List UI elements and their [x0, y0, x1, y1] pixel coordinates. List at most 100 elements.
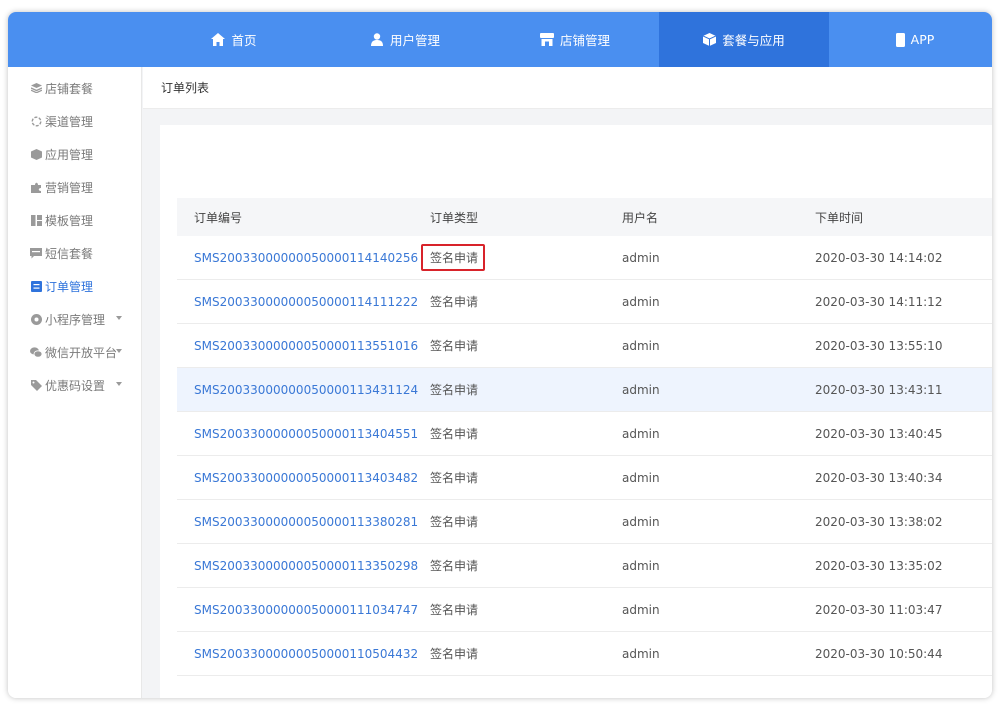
nav-home[interactable]: 首页 — [149, 12, 319, 67]
highlight-box — [421, 244, 485, 271]
sidebar-item-coupon[interactable]: 优惠码设置 — [8, 371, 142, 399]
order-id-link[interactable]: SMS20033000000050000114140256 — [194, 236, 418, 279]
sidebar-item-label: 短信套餐 — [45, 246, 94, 261]
puzzle-icon — [30, 181, 42, 193]
chevron-down-icon[interactable] — [116, 316, 122, 320]
top-navigation: 首页 用户管理 店铺管理 套餐与应用 APP — [8, 12, 992, 67]
sidebar-item-sms-package[interactable]: 短信套餐 — [8, 239, 142, 267]
header-username: 用户名 — [622, 210, 659, 225]
order-id-link[interactable]: SMS20033000000050000113551016 — [194, 324, 418, 367]
username: admin — [622, 426, 660, 441]
sidebar-item-marketing[interactable]: 营销管理 — [8, 173, 142, 201]
home-icon — [211, 33, 226, 46]
order-id-link[interactable]: SMS20033000000050000111034747 — [194, 588, 418, 631]
username: admin — [622, 470, 660, 485]
order-type: 签名申请 — [430, 559, 479, 573]
box-icon — [30, 148, 42, 160]
nav-user-management[interactable]: 用户管理 — [320, 12, 490, 67]
cube-icon — [703, 33, 717, 46]
nav-app-label: APP — [910, 32, 935, 47]
order-id-link[interactable]: SMS20033000000050000113403482 — [194, 456, 418, 499]
sidebar: 店铺套餐 渠道管理 应用管理 营销管理 模板管理 短信套餐 订单管理 小程序管理… — [8, 67, 142, 698]
sidebar-item-template[interactable]: 模板管理 — [8, 206, 142, 234]
table-row[interactable]: SMS20033000000050000113431124 签名申请 admin… — [177, 368, 992, 412]
sidebar-item-channel[interactable]: 渠道管理 — [8, 107, 142, 135]
order-type: 签名申请 — [430, 383, 479, 397]
username: admin — [622, 602, 660, 617]
tag-icon — [30, 379, 42, 391]
order-time: 2020-03-30 13:55:10 — [815, 338, 943, 353]
order-table: 订单编号 订单类型 用户名 下单时间 SMS200330000000500001… — [177, 198, 992, 676]
sidebar-item-label: 优惠码设置 — [45, 378, 106, 393]
order-type: 签名申请 — [430, 427, 479, 441]
username: admin — [622, 514, 660, 529]
chevron-down-icon[interactable] — [116, 382, 122, 386]
sidebar-item-label: 模板管理 — [45, 213, 94, 228]
nav-package-app-label: 套餐与应用 — [722, 33, 785, 48]
breadcrumb: 订单列表 — [143, 67, 992, 109]
channel-icon — [30, 115, 42, 127]
order-time: 2020-03-30 13:35:02 — [815, 558, 943, 573]
sidebar-item-label: 渠道管理 — [45, 114, 94, 129]
phone-icon — [895, 32, 905, 47]
table-row[interactable]: SMS20033000000050000113404551 签名申请 admin… — [177, 412, 992, 456]
sidebar-item-label: 小程序管理 — [45, 312, 106, 327]
page-title: 订单列表 — [161, 81, 210, 95]
content-card: 订单编号 订单类型 用户名 下单时间 SMS200330000000500001… — [160, 125, 992, 698]
table-row[interactable]: SMS20033000000050000110504432 签名申请 admin… — [177, 632, 992, 676]
app-window: 首页 用户管理 店铺管理 套餐与应用 APP 店铺套餐 渠道管理 应用管理 营销… — [8, 12, 992, 698]
nav-store-management[interactable]: 店铺管理 — [490, 12, 660, 67]
store-icon — [539, 33, 554, 46]
username: admin — [622, 382, 660, 397]
order-type: 签名申请 — [430, 295, 479, 309]
nav-user-management-label: 用户管理 — [389, 33, 440, 48]
order-time: 2020-03-30 13:43:11 — [815, 382, 943, 397]
sidebar-item-miniapp[interactable]: 小程序管理 — [8, 305, 142, 333]
table-row[interactable]: SMS20033000000050000111034747 签名申请 admin… — [177, 588, 992, 632]
order-type: 签名申请 — [430, 515, 479, 529]
order-id-link[interactable]: SMS20033000000050000113431124 — [194, 368, 418, 411]
header-order-type: 订单类型 — [430, 210, 479, 225]
miniapp-icon — [30, 313, 42, 325]
order-time: 2020-03-30 14:14:02 — [815, 250, 943, 265]
table-header: 订单编号 订单类型 用户名 下单时间 — [177, 198, 992, 236]
sidebar-item-label: 应用管理 — [45, 147, 94, 162]
order-time: 2020-03-30 14:11:12 — [815, 294, 943, 309]
nav-app[interactable]: APP — [830, 12, 992, 67]
order-id-link[interactable]: SMS20033000000050000113350298 — [194, 544, 418, 587]
sidebar-item-order-management[interactable]: 订单管理 — [8, 272, 142, 300]
order-time: 2020-03-30 10:50:44 — [815, 646, 943, 661]
table-row[interactable]: SMS20033000000050000113403482 签名申请 admin… — [177, 456, 992, 500]
sidebar-item-store-package[interactable]: 店铺套餐 — [8, 74, 142, 102]
nav-home-label: 首页 — [231, 33, 257, 48]
wechat-icon — [30, 346, 42, 358]
order-type: 签名申请 — [430, 471, 479, 485]
sidebar-item-wechat-platform[interactable]: 微信开放平台 — [8, 338, 142, 366]
order-id-link[interactable]: SMS20033000000050000113380281 — [194, 500, 418, 543]
users-icon — [370, 33, 384, 46]
table-row[interactable]: SMS20033000000050000113551016 签名申请 admin… — [177, 324, 992, 368]
sidebar-item-label: 营销管理 — [45, 180, 94, 195]
table-row[interactable]: SMS20033000000050000113350298 签名申请 admin… — [177, 544, 992, 588]
table-row[interactable]: SMS20033000000050000114140256 签名申请 admin… — [177, 236, 992, 280]
header-order-time: 下单时间 — [815, 210, 864, 225]
table-row[interactable]: SMS20033000000050000114111222 签名申请 admin… — [177, 280, 992, 324]
table-row[interactable]: SMS20033000000050000113380281 签名申请 admin… — [177, 500, 992, 544]
nav-store-management-label: 店铺管理 — [559, 33, 610, 48]
username: admin — [622, 294, 660, 309]
template-icon — [30, 214, 42, 226]
order-id-link[interactable]: SMS20033000000050000110504432 — [194, 632, 418, 675]
nav-package-app[interactable]: 套餐与应用 — [659, 12, 829, 67]
username: admin — [622, 338, 660, 353]
message-icon — [30, 247, 42, 259]
order-type: 签名申请 — [430, 647, 479, 661]
chevron-down-icon[interactable] — [116, 349, 122, 353]
order-time: 2020-03-30 13:40:34 — [815, 470, 943, 485]
order-time: 2020-03-30 13:40:45 — [815, 426, 943, 441]
order-id-link[interactable]: SMS20033000000050000114111222 — [194, 280, 418, 323]
order-icon — [30, 280, 42, 292]
order-id-link[interactable]: SMS20033000000050000113404551 — [194, 412, 418, 455]
username: admin — [622, 250, 660, 265]
layers-icon — [30, 82, 42, 94]
sidebar-item-app-management[interactable]: 应用管理 — [8, 140, 142, 168]
